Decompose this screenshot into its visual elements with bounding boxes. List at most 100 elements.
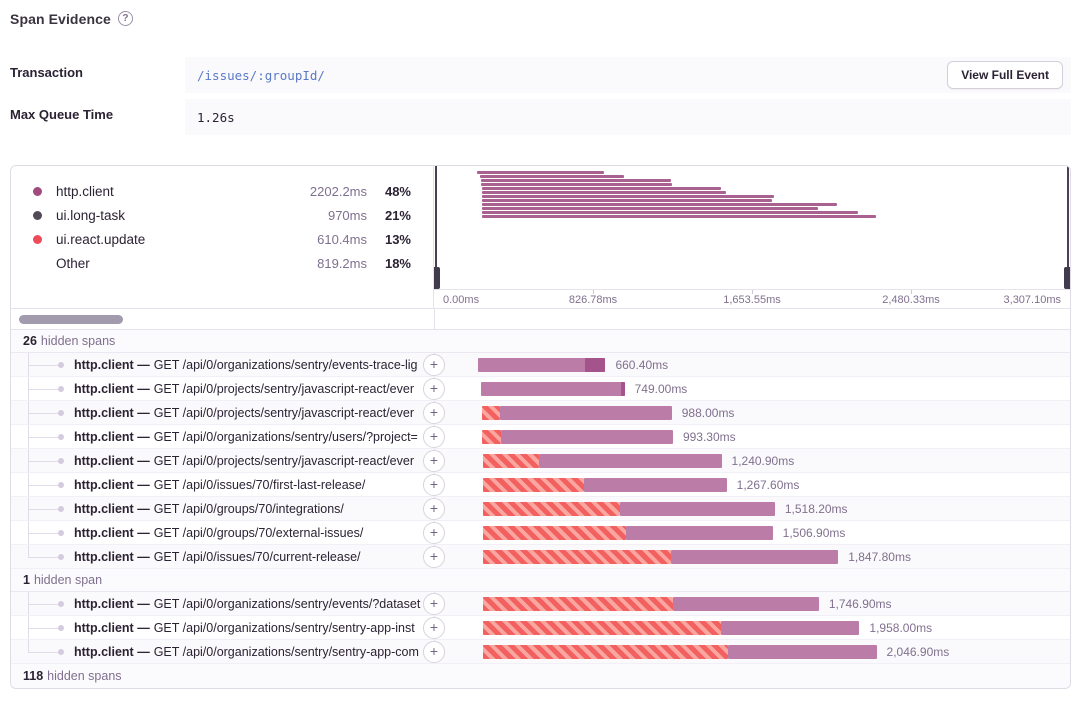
- span-bar-cell: 660.40ms: [435, 353, 1070, 376]
- span-request: GET /api/0/issues/70/current-release/: [154, 550, 361, 564]
- span-row[interactable]: http.client —GET /api/0/organizations/se…: [11, 640, 1070, 664]
- span-row[interactable]: http.client —GET /api/0/organizations/se…: [11, 353, 1070, 377]
- expand-span-button[interactable]: +: [423, 450, 445, 472]
- hidden-spans-label: hidden spans: [41, 334, 115, 348]
- hidden-spans-count: 1: [23, 573, 30, 587]
- queue-time-bar: [483, 645, 728, 659]
- column-divider: [434, 309, 435, 329]
- span-bar-cell: 1,506.90ms: [435, 521, 1070, 544]
- span-row[interactable]: http.client —GET /api/0/projects/sentry/…: [11, 377, 1070, 401]
- tree-connector-vertical: [28, 640, 29, 652]
- minimap-left-handle-grip[interactable]: [434, 267, 440, 289]
- legend-percent: 21%: [367, 208, 411, 223]
- span-op: http.client —: [74, 502, 150, 516]
- tree-node-dot: [58, 554, 64, 560]
- span-description: http.client —GET /api/0/organizations/se…: [74, 425, 432, 448]
- expand-span-button[interactable]: +: [423, 546, 445, 568]
- tree-connector-horizontal: [28, 365, 60, 366]
- span-row[interactable]: http.client —GET /api/0/projects/sentry/…: [11, 401, 1070, 425]
- help-icon[interactable]: ?: [118, 11, 133, 26]
- span-duration-bar: [728, 645, 876, 659]
- span-duration-bar: [673, 597, 819, 611]
- axis-tick-label: 826.78ms: [569, 294, 617, 306]
- span-description: http.client —GET /api/0/projects/sentry/…: [74, 449, 432, 472]
- hidden-spans-header: 26 hidden spans: [11, 330, 1070, 353]
- span-op: http.client —: [74, 478, 150, 492]
- legend-label: ui.long-task: [56, 208, 281, 223]
- span-row[interactable]: http.client —GET /api/0/issues/70/curren…: [11, 545, 1070, 569]
- view-full-event-button[interactable]: View Full Event: [947, 61, 1063, 89]
- expand-span-button[interactable]: +: [423, 593, 445, 615]
- span-description-cell: http.client —GET /api/0/organizations/se…: [11, 353, 435, 376]
- queue-time-bar: [483, 454, 539, 468]
- span-description: http.client —GET /api/0/projects/sentry/…: [74, 377, 432, 400]
- legend-color-dot: [33, 211, 42, 220]
- max-queue-time-value: 1.26s: [197, 110, 235, 125]
- span-duration-label: 1,958.00ms: [869, 616, 932, 640]
- axis-tick-mark: [911, 290, 912, 294]
- legend-item: ui.react.update610.4ms13%: [11, 227, 433, 251]
- axis-tick-label: 0.00ms: [443, 294, 479, 306]
- legend-percent: 48%: [367, 184, 411, 199]
- expand-span-button[interactable]: +: [423, 378, 445, 400]
- span-duration-label: 988.00ms: [682, 401, 735, 425]
- expand-span-button[interactable]: +: [423, 354, 445, 376]
- span-description-cell: http.client —GET /api/0/organizations/se…: [11, 425, 435, 448]
- expand-span-button[interactable]: +: [423, 474, 445, 496]
- span-description-cell: http.client —GET /api/0/groups/70/extern…: [11, 521, 435, 544]
- queue-time-bar: [482, 430, 501, 444]
- minimap-span-bar: [481, 183, 672, 186]
- span-op: http.client —: [74, 382, 150, 396]
- transaction-value[interactable]: /issues/:groupId/: [197, 68, 325, 83]
- expand-span-button[interactable]: +: [423, 402, 445, 424]
- legend-color-dot: [33, 259, 42, 268]
- span-description: http.client —GET /api/0/organizations/se…: [74, 353, 432, 376]
- span-row[interactable]: http.client —GET /api/0/organizations/se…: [11, 425, 1070, 449]
- minimap-plot: [434, 166, 1070, 289]
- minimap-left-handle[interactable]: [435, 166, 437, 289]
- transaction-value-panel: /issues/:groupId/ View Full Event: [185, 57, 1071, 93]
- span-request: GET /api/0/groups/70/external-issues/: [154, 526, 364, 540]
- span-duration-bar: [481, 382, 625, 396]
- span-row[interactable]: http.client —GET /api/0/organizations/se…: [11, 616, 1070, 640]
- tree-connector-horizontal: [28, 389, 60, 390]
- expand-span-button[interactable]: +: [423, 522, 445, 544]
- transaction-row: Transaction /issues/:groupId/ View Full …: [10, 57, 1071, 93]
- span-bar-cell: 993.30ms: [435, 425, 1070, 448]
- span-row[interactable]: http.client —GET /api/0/projects/sentry/…: [11, 449, 1070, 473]
- span-description-cell: http.client —GET /api/0/issues/70/first-…: [11, 473, 435, 496]
- expand-span-button[interactable]: +: [423, 498, 445, 520]
- tree-connector-vertical: [28, 545, 29, 557]
- span-duration-label: 660.40ms: [615, 353, 668, 377]
- span-op: http.client —: [74, 406, 150, 420]
- span-duration-bar: [626, 526, 772, 540]
- legend-label: http.client: [56, 184, 281, 199]
- expand-span-button[interactable]: +: [423, 641, 445, 663]
- tree-node-dot: [58, 482, 64, 488]
- queue-time-bar: [483, 526, 626, 540]
- span-request: GET /api/0/organizations/sentry/events/?…: [154, 597, 421, 611]
- span-row[interactable]: http.client —GET /api/0/organizations/se…: [11, 592, 1070, 616]
- span-duration-bar: [584, 478, 726, 492]
- waterfall-header: http.client2202.2ms48%ui.long-task970ms2…: [11, 166, 1070, 309]
- span-overlap-segment: [585, 358, 605, 372]
- expand-span-button[interactable]: +: [423, 617, 445, 639]
- span-row[interactable]: http.client —GET /api/0/groups/70/integr…: [11, 497, 1070, 521]
- legend-percent: 18%: [367, 256, 411, 271]
- hidden-spans-label: hidden spans: [47, 669, 121, 683]
- minimap-right-handle[interactable]: [1067, 166, 1069, 289]
- span-description-cell: http.client —GET /api/0/projects/sentry/…: [11, 377, 435, 400]
- hidden-spans-count: 26: [23, 334, 37, 348]
- span-row[interactable]: http.client —GET /api/0/groups/70/extern…: [11, 521, 1070, 545]
- expand-span-button[interactable]: +: [423, 426, 445, 448]
- minimap-right-handle-grip[interactable]: [1064, 267, 1070, 289]
- minimap-span-bar: [477, 171, 604, 174]
- tree-connector-horizontal: [28, 413, 60, 414]
- span-row[interactable]: http.client —GET /api/0/issues/70/first-…: [11, 473, 1070, 497]
- span-op: http.client —: [74, 454, 150, 468]
- span-request: GET /api/0/organizations/sentry/sentry-a…: [154, 645, 419, 659]
- span-op: http.client —: [74, 358, 150, 372]
- span-bar-cell: 749.00ms: [435, 377, 1070, 400]
- horizontal-scrollbar-thumb[interactable]: [19, 315, 123, 324]
- tree-node-dot: [58, 434, 64, 440]
